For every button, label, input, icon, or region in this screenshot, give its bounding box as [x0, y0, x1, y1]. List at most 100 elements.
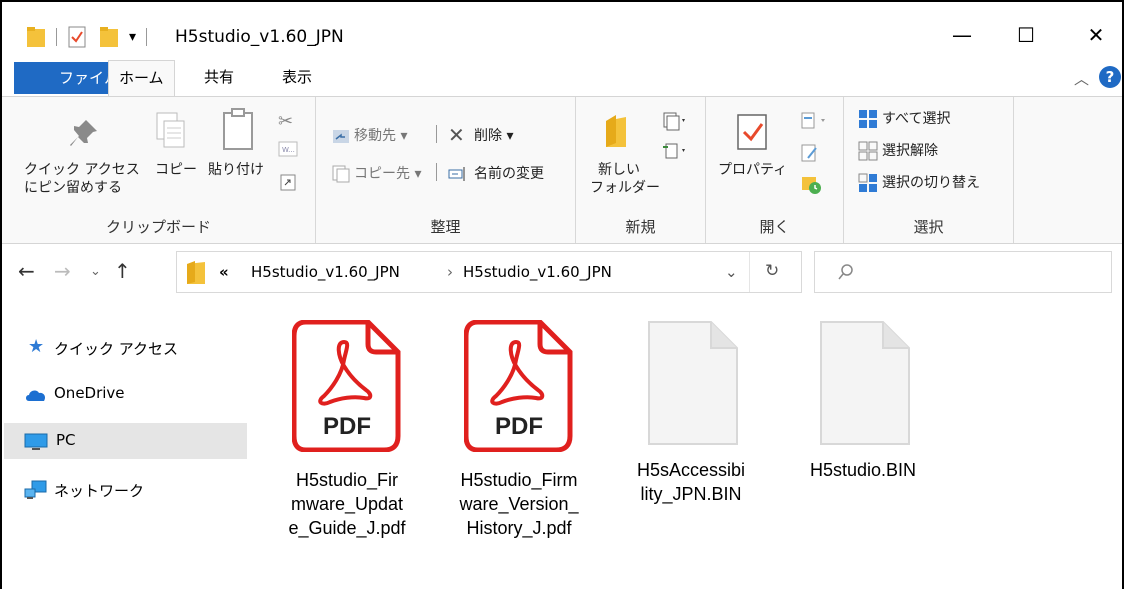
address-overflow-icon[interactable]: « [219, 263, 229, 281]
delete-icon[interactable]: ✕ [448, 123, 465, 147]
sidebar-item-quick-access[interactable]: ★ クイック アクセス [4, 330, 247, 366]
breadcrumb-separator-icon[interactable]: › [447, 263, 453, 281]
file-item[interactable]: PDF H5studio_Fir mware_Updat e_Guide_J.p… [272, 319, 422, 540]
pdf-file-icon: PDF [291, 319, 401, 453]
cloud-icon [26, 390, 46, 401]
explorer-window: ▾ H5studio_v1.60_JPN — ☐ ✕ ファイル ホーム 共有 表… [0, 0, 1124, 589]
rename-icon[interactable] [448, 165, 468, 183]
copy-to-icon[interactable] [332, 165, 350, 183]
divider [56, 28, 57, 46]
customize-qat-icon[interactable]: ▾ [129, 29, 136, 45]
pdf-file-icon: PDF [463, 319, 573, 453]
address-bar[interactable]: « H5studio_v1.60_JPN › H5studio_v1.60_JP… [176, 251, 802, 293]
file-name: H5studio.BIN [809, 460, 917, 480]
select-none-button[interactable]: 選択解除 [882, 142, 938, 160]
sidebar-item-label: PC [56, 431, 76, 449]
collapse-ribbon-icon[interactable]: ︿ [1074, 68, 1089, 89]
pin-to-quick-access-label-2[interactable]: にピン留めする [24, 179, 122, 197]
refresh-icon[interactable]: ↻ [765, 261, 779, 281]
properties-icon[interactable] [736, 113, 770, 153]
organize-group: 移動先 ▾ ✕ 削除 ▾ コピー先 ▾ 名前の変更 整理 [316, 97, 576, 243]
file-item[interactable]: H5sAccessibi lity_JPN.BIN [616, 320, 766, 506]
svg-text:W...: W... [282, 146, 295, 154]
open-group-label: 開く [759, 218, 790, 236]
sidebar-item-pc[interactable]: PC [4, 423, 247, 459]
cut-icon[interactable]: ✂ [278, 111, 293, 132]
search-icon [838, 264, 853, 280]
back-icon[interactable]: ← [18, 259, 35, 283]
ribbon: クイック アクセス にピン留めする コピー 貼り付け ✂ W... クリップボー… [2, 96, 1122, 244]
maximize-button[interactable]: ☐ [1006, 18, 1046, 52]
copy-path-icon[interactable]: W... [278, 141, 298, 157]
recent-locations-icon[interactable]: ⌄ [90, 264, 101, 279]
open-group: プロパティ 開く [706, 97, 844, 243]
sidebar-item-label: ネットワーク [54, 482, 145, 500]
delete-button[interactable]: 削除 ▾ [474, 127, 513, 145]
tab-share[interactable]: 共有 [194, 60, 244, 96]
paste-button[interactable]: 貼り付け [208, 161, 264, 179]
move-to-button[interactable]: 移動先 ▾ [354, 127, 407, 145]
select-all-icon[interactable] [858, 109, 878, 129]
new-item-icon[interactable] [662, 111, 688, 131]
title-bar: ▾ H5studio_v1.60_JPN — ☐ ✕ [2, 2, 1122, 57]
pin-icon[interactable] [68, 117, 100, 149]
sidebar-item-network[interactable]: ネットワーク [4, 472, 247, 508]
sidebar-item-onedrive[interactable]: OneDrive [4, 376, 247, 412]
copy-button[interactable]: コピー [155, 161, 197, 179]
divider [146, 28, 148, 46]
move-to-icon[interactable] [332, 127, 350, 145]
invert-selection-icon[interactable] [858, 173, 878, 193]
quick-access-toolbar: ▾ [26, 26, 148, 48]
network-icon [24, 480, 47, 499]
new-group: 新しい フォルダー 新規 [576, 97, 706, 243]
invert-selection-button[interactable]: 選択の切り替え [882, 174, 980, 192]
generic-file-icon [820, 321, 910, 445]
tab-view[interactable]: 表示 [272, 60, 322, 96]
minimize-button[interactable]: — [942, 18, 982, 52]
organize-group-label: 整理 [430, 218, 461, 236]
close-button[interactable]: ✕ [1076, 18, 1116, 52]
search-box[interactable] [814, 251, 1112, 293]
edit-icon[interactable] [800, 143, 820, 163]
ribbon-tabs: ファイル ホーム 共有 表示 ︿ ? [2, 60, 1122, 98]
paste-icon[interactable] [221, 107, 255, 151]
navigation-bar: ← → ⌄ ↑ « H5studio_v1.60_JPN › H5studio_… [2, 245, 1122, 301]
file-item[interactable]: H5studio.BIN [788, 320, 938, 482]
sidebar-item-label: OneDrive [54, 384, 125, 402]
new-group-label: 新規 [625, 218, 656, 236]
file-item[interactable]: PDF H5studio_Firm ware_Version_ History_… [444, 319, 594, 540]
monitor-icon [24, 433, 48, 450]
properties-button[interactable]: プロパティ [718, 161, 787, 179]
properties-icon[interactable] [67, 26, 87, 48]
up-icon[interactable]: ↑ [114, 259, 131, 283]
new-folder-icon[interactable] [99, 26, 119, 48]
breadcrumb-item[interactable]: H5studio_v1.60_JPN [463, 263, 612, 281]
divider [749, 252, 750, 292]
divider [436, 163, 437, 181]
breadcrumb-item[interactable]: H5studio_v1.60_JPN [251, 263, 400, 281]
forward-icon[interactable]: → [54, 259, 71, 283]
help-icon[interactable]: ? [1099, 66, 1121, 88]
pdf-badge: PDF [323, 413, 371, 440]
sidebar-item-label: クイック アクセス [54, 340, 179, 358]
new-folder-label-2[interactable]: フォルダー [590, 179, 660, 197]
address-dropdown-icon[interactable]: ⌄ [725, 263, 738, 281]
file-name: H5sAccessibi lity_JPN.BIN [636, 460, 746, 504]
rename-button[interactable]: 名前の変更 [474, 165, 544, 183]
history-icon[interactable] [800, 173, 822, 195]
copy-to-button[interactable]: コピー先 ▾ [354, 165, 421, 183]
easy-access-icon[interactable] [662, 141, 688, 161]
paste-shortcut-icon[interactable] [280, 173, 296, 191]
star-icon: ★ [28, 336, 45, 357]
pin-to-quick-access-label-1[interactable]: クイック アクセス [24, 161, 140, 179]
tab-home[interactable]: ホーム [108, 60, 175, 98]
generic-file-icon [648, 321, 738, 445]
select-none-icon[interactable] [858, 141, 878, 161]
select-all-button[interactable]: すべて選択 [882, 110, 950, 128]
navigation-pane: ★ クイック アクセス OneDrive PC ネットワーク [4, 304, 247, 589]
open-icon[interactable] [800, 111, 830, 131]
new-folder-label-1[interactable]: 新しい [598, 161, 640, 179]
copy-icon[interactable] [155, 111, 187, 151]
select-group: すべて選択 選択解除 選択の切り替え 選択 [844, 97, 1014, 243]
new-folder-icon[interactable] [604, 113, 630, 149]
